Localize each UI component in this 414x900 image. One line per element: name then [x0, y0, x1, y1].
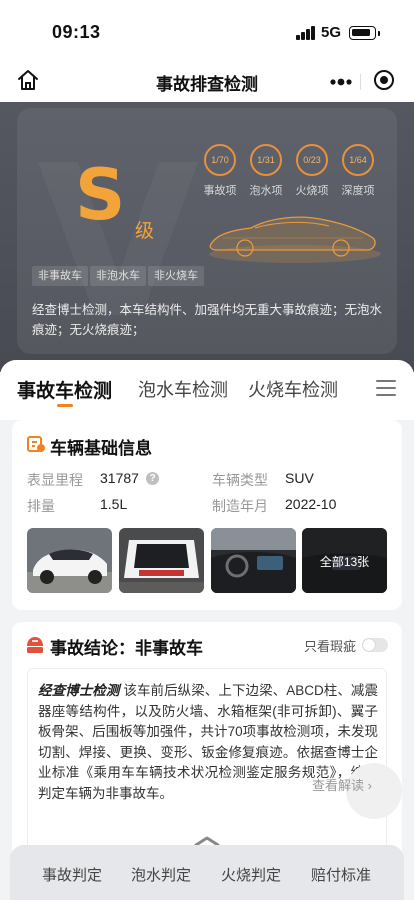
bottom-nav-flood[interactable]: 泡水判定 [131, 864, 191, 885]
field-label-mileage: 表显里程 [27, 472, 83, 488]
all-photos-button[interactable]: 全部13张 [302, 528, 387, 593]
field-value-displacement: 1.5L [100, 496, 128, 512]
flaws-only-label: 只看瑕疵 [304, 639, 357, 654]
car-info-icon [27, 436, 45, 452]
tag-no-accident: 非事故车 [32, 266, 88, 286]
vehicle-photo[interactable] [211, 528, 296, 593]
car-wireframe-illustration [209, 216, 381, 263]
status-bar: 09:13 5G [0, 0, 414, 62]
field-label-manufacture-date: 制造年月 [212, 498, 268, 514]
nav-bar: 事故排查检测 [0, 62, 414, 102]
more-icon[interactable] [329, 72, 353, 92]
signal-icon [296, 26, 316, 40]
tab-flood[interactable]: 泡水车检测 [138, 376, 228, 402]
stat-label: 事故项 [203, 185, 237, 197]
stat-ring: 1/64 [342, 144, 374, 176]
conclusion-brand: 经查博士检测 [38, 683, 120, 698]
vehicle-info-card: 车辆基础信息 表显里程 31787 ? 车辆类型 SUV 排量 1.5L 制造年… [12, 420, 402, 610]
bottom-nav-fire[interactable]: 火烧判定 [221, 864, 281, 885]
stat-depth: 1/64 深度项 [337, 144, 379, 198]
bottom-nav: 事故判定 泡水判定 火烧判定 赔付标准 [10, 845, 404, 900]
close-miniprogram-icon[interactable] [373, 69, 395, 91]
stat-flood: 1/31 泡水项 [245, 144, 287, 198]
grade-letter: S [75, 154, 126, 236]
stat-label: 深度项 [341, 185, 375, 197]
stat-ring: 1/70 [204, 144, 236, 176]
vehicle-photo[interactable] [119, 528, 204, 593]
vehicle-photo[interactable] [27, 528, 112, 593]
tag-no-flood: 非泡水车 [90, 266, 146, 286]
stat-label: 泡水项 [249, 185, 283, 197]
stat-label: 火烧项 [295, 185, 329, 197]
hero-description: 经查博士检测，本车结构件、加强件均无重大事故痕迹；无泡水痕迹；无火烧痕迹； [32, 303, 383, 337]
battery-icon [349, 26, 380, 40]
view-explanation-link[interactable]: 查看解读 › [312, 775, 372, 794]
field-label-displacement: 排量 [27, 498, 55, 514]
tab-accident[interactable]: 事故车检测 [17, 376, 112, 403]
tab-active-indicator [57, 404, 73, 407]
stat-accident: 1/70 事故项 [199, 144, 241, 198]
nav-divider [360, 74, 361, 90]
tab-fire[interactable]: 火烧车检测 [248, 376, 338, 402]
stat-ring: 1/31 [250, 144, 282, 176]
tag-no-fire: 非火烧车 [148, 266, 204, 286]
doctor-icon [27, 637, 43, 653]
vehicle-info-title: 车辆基础信息 [50, 439, 152, 458]
bottom-nav-accident[interactable]: 事故判定 [42, 864, 102, 885]
help-icon[interactable]: ? [146, 472, 159, 485]
field-label-vehicle-type: 车辆类型 [212, 472, 268, 488]
all-photos-label: 全部13张 [319, 555, 370, 569]
grade-card: V S 级 1/70 事故项 1/31 泡水项 0/23 火烧项 1/64 深度… [17, 108, 397, 354]
status-time: 09:13 [52, 22, 101, 42]
conclusion-title: 事故结论：非事故车 [50, 639, 203, 658]
stat-fire: 0/23 火烧项 [291, 144, 333, 198]
network-type: 5G [321, 24, 342, 41]
stat-ring: 0/23 [296, 144, 328, 176]
field-value-mileage: 31787 [100, 470, 139, 486]
hero-section: V S 级 1/70 事故项 1/31 泡水项 0/23 火烧项 1/64 深度… [0, 102, 414, 372]
bottom-nav-compensation[interactable]: 赔付标准 [311, 864, 371, 885]
field-value-manufacture-date: 2022-10 [285, 496, 337, 512]
field-value-vehicle-type: SUV [285, 470, 314, 486]
menu-icon[interactable] [376, 380, 396, 396]
flaws-only-toggle[interactable] [362, 638, 388, 652]
tab-bar: 事故车检测 泡水车检测 火烧车检测 [0, 360, 414, 420]
grade-suffix: 级 [135, 221, 155, 242]
